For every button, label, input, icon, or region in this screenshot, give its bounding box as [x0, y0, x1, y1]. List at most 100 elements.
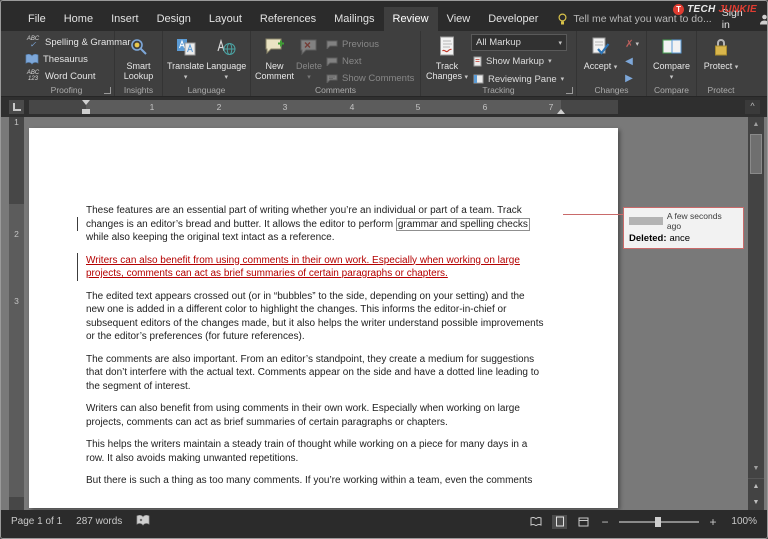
group-compare: Compare ▾ Compare — [647, 31, 697, 96]
tab-layout[interactable]: Layout — [200, 7, 251, 31]
group-changes: Accept ▾ ✗ ▾ ◀ ▶ Changes — [577, 31, 647, 96]
track-changes-button[interactable]: Track Changes ▾ — [425, 34, 469, 82]
print-layout-button[interactable] — [552, 514, 567, 529]
show-comments-icon — [326, 74, 338, 83]
show-comments-button[interactable]: Show Comments — [324, 70, 416, 86]
read-mode-button[interactable] — [528, 515, 543, 529]
previous-comment-icon — [326, 40, 338, 49]
document-page[interactable]: These features are an essential part of … — [29, 128, 618, 508]
protect-lock-icon — [713, 35, 729, 59]
author-redacted — [629, 217, 663, 225]
next-page-button[interactable]: ▼ — [748, 495, 764, 510]
group-label-language: Language — [187, 85, 226, 95]
zoom-slider[interactable] — [619, 516, 699, 528]
share-button[interactable]: Share — [759, 13, 767, 25]
show-markup-icon — [473, 56, 482, 66]
tab-review[interactable]: Review — [383, 7, 438, 31]
accept-icon — [591, 35, 610, 59]
scrollbar-thumb[interactable] — [750, 134, 762, 174]
display-for-review-select[interactable]: All Markup ▾ — [471, 34, 567, 51]
word-count-indicator[interactable]: 287 words — [76, 516, 122, 527]
tab-insert[interactable]: Insert — [102, 7, 148, 31]
document-canvas: 1 2 3 These features are an essential pa… — [1, 117, 767, 510]
vertical-scrollbar[interactable]: ▲ ▼ ▲ ▼ — [748, 117, 764, 510]
previous-change-icon: ◀ — [625, 55, 633, 67]
tab-design[interactable]: Design — [148, 7, 200, 31]
group-language: Translate ▾ Language ▾ Language — [163, 31, 251, 96]
word-window: T TECH JUNKIE File Home Insert Design Lay… — [0, 0, 768, 539]
tab-references[interactable]: References — [251, 7, 325, 31]
group-label-proofing: Proofing — [50, 85, 83, 95]
paragraph-6: This helps the writers maintain a steady… — [86, 439, 528, 464]
next-comment-icon — [326, 57, 338, 66]
proofing-status-icon[interactable] — [136, 514, 150, 529]
tracked-insertion-paragraph: Writers can also benefit from using comm… — [86, 254, 520, 280]
proofing-dialog-launcher[interactable] — [104, 87, 111, 94]
show-markup-button[interactable]: Show Markup ▾ — [471, 53, 567, 69]
status-bar: Page 1 of 1 287 words − + 100% — [1, 510, 767, 538]
delete-comment-button[interactable]: Delete ▾ — [296, 34, 322, 82]
tab-file[interactable]: File — [19, 7, 55, 31]
paragraph-7: But there is such a thing as too many co… — [86, 475, 533, 486]
group-label-compare: Compare — [654, 85, 689, 95]
zoom-out-button[interactable]: − — [600, 515, 610, 529]
paragraph-3: The edited text appears crossed out (or … — [86, 290, 544, 343]
delete-comment-icon — [300, 35, 318, 59]
change-bar — [77, 253, 78, 281]
techjunkie-logo: T TECH JUNKIE — [673, 4, 757, 15]
language-button[interactable]: Language ▾ — [206, 34, 246, 82]
collapse-ribbon-button[interactable]: ^ — [745, 100, 760, 114]
zoom-level[interactable]: 100% — [727, 516, 757, 527]
next-comment-button[interactable]: Next — [324, 53, 416, 69]
tracked-change-anchor: grammar and spelling checks — [395, 217, 530, 231]
scroll-down-button[interactable]: ▼ — [748, 461, 764, 476]
smart-lookup-icon — [129, 35, 149, 59]
reject-change-button[interactable]: ✗ ▾ — [622, 36, 642, 52]
group-label-changes: Changes — [594, 85, 629, 95]
next-change-button[interactable]: ▶ — [622, 70, 642, 86]
hanging-indent-marker[interactable] — [82, 109, 90, 114]
group-label-insights: Insights — [123, 85, 154, 95]
revision-connector-line — [563, 214, 623, 215]
person-icon — [759, 14, 767, 24]
translate-icon — [176, 35, 196, 59]
vertical-ruler[interactable]: 1 2 3 — [9, 117, 24, 510]
group-proofing: ABC ✓ Spelling & Grammar Thesaurus ABC 123… — [19, 31, 131, 96]
protect-button[interactable]: Protect ▾ — [701, 34, 741, 72]
zoom-slider-thumb[interactable] — [655, 516, 661, 527]
zoom-in-button[interactable]: + — [708, 515, 718, 529]
spelling-icon: ABC ✓ — [26, 36, 40, 49]
compare-button[interactable]: Compare ▾ — [651, 34, 692, 82]
new-comment-icon — [265, 35, 285, 59]
previous-comment-button[interactable]: Previous — [324, 36, 416, 52]
web-layout-icon — [578, 517, 589, 526]
book-icon — [25, 53, 39, 65]
tab-mailings[interactable]: Mailings — [325, 7, 383, 31]
translate-button[interactable]: Translate ▾ — [167, 34, 204, 82]
next-change-icon: ▶ — [625, 72, 633, 84]
tab-home[interactable]: Home — [55, 7, 102, 31]
previous-change-button[interactable]: ◀ — [622, 53, 642, 69]
tab-selector[interactable] — [9, 100, 24, 114]
document-text[interactable]: These features are an essential part of … — [86, 204, 564, 497]
previous-page-button[interactable]: ▲ — [748, 478, 764, 493]
horizontal-ruler[interactable]: 1 2 3 4 5 6 7 ^ — [1, 97, 767, 117]
read-mode-icon — [530, 517, 541, 526]
tab-developer[interactable]: Developer — [479, 7, 547, 31]
group-insights: Smart Lookup Insights — [115, 31, 163, 96]
page-indicator[interactable]: Page 1 of 1 — [11, 516, 62, 527]
group-label-protect: Protect — [707, 85, 735, 95]
tab-view[interactable]: View — [438, 7, 480, 31]
scroll-up-button[interactable]: ▲ — [748, 117, 764, 132]
track-changes-icon — [438, 35, 456, 59]
revision-balloon[interactable]: A few seconds ago Deleted: ance — [623, 207, 744, 249]
smart-lookup-button[interactable]: Smart Lookup — [119, 34, 158, 82]
word-count-icon: ABC 123 — [26, 70, 40, 82]
new-comment-button[interactable]: New Comment — [255, 34, 294, 82]
web-layout-button[interactable] — [576, 515, 591, 529]
group-label-tracking: Tracking — [482, 85, 515, 95]
accept-button[interactable]: Accept ▾ — [581, 34, 620, 72]
revision-action-label: Deleted: — [629, 233, 667, 244]
first-line-indent-marker[interactable] — [82, 100, 90, 105]
right-indent-marker[interactable] — [557, 109, 565, 114]
